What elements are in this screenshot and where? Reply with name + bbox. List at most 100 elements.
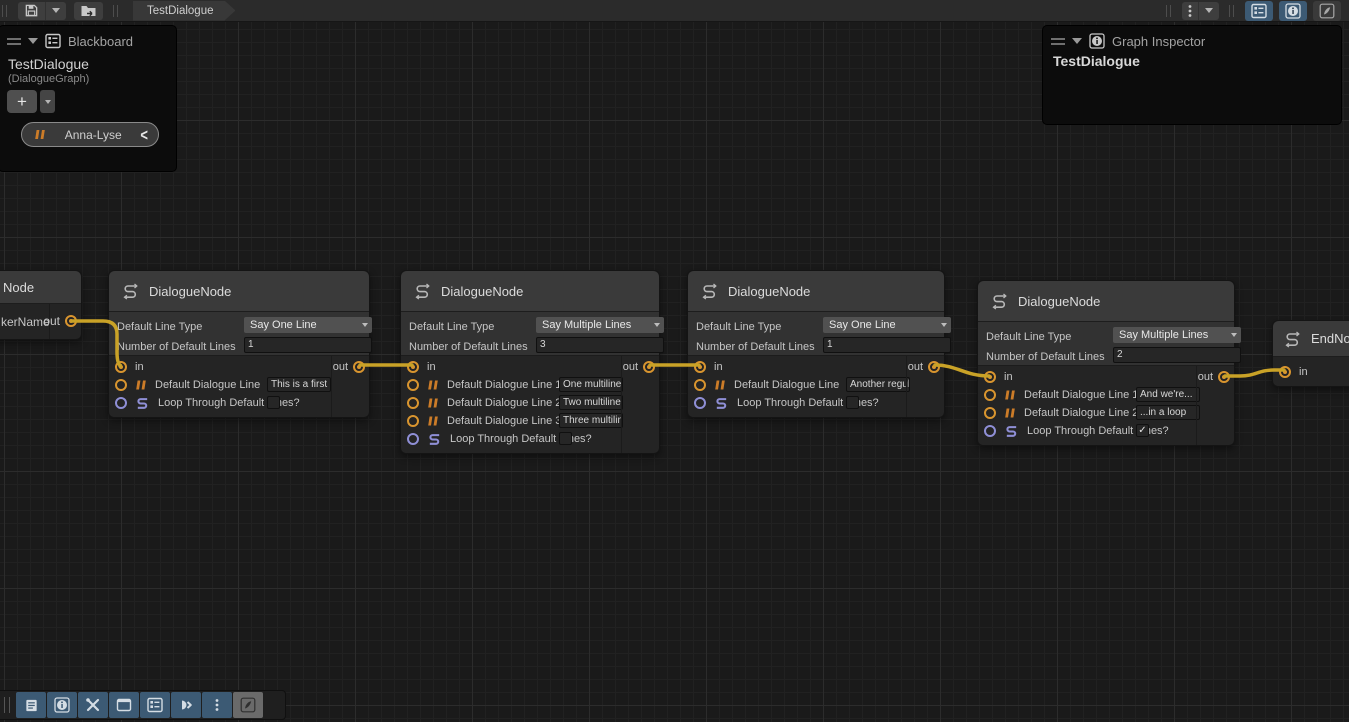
save-button[interactable] <box>18 2 45 20</box>
dialogue-line-port[interactable] <box>984 407 996 419</box>
end-node[interactable]: EndNode in <box>1272 320 1349 387</box>
in-port[interactable] <box>407 361 419 373</box>
node-title: EndNode <box>1311 331 1349 346</box>
loop-port[interactable] <box>115 397 127 409</box>
quote-icon <box>427 380 439 390</box>
collapse-arrow-icon[interactable] <box>28 38 38 44</box>
out-port[interactable] <box>928 361 940 373</box>
dialogue-line-field[interactable]: Three multiline <box>559 413 623 428</box>
dialogue-node-icon <box>700 282 719 300</box>
out-column: out <box>49 304 81 339</box>
in-port[interactable] <box>694 361 706 373</box>
in-port[interactable] <box>1279 366 1291 378</box>
quill-toggle-button[interactable] <box>233 692 263 718</box>
save-options-button[interactable] <box>45 2 66 20</box>
dialogue-line-field[interactable]: ...in a loop <box>1136 405 1200 420</box>
variable-pill[interactable]: Anna-Lyse < <box>21 122 159 147</box>
blackboard-toggle-button[interactable] <box>140 692 170 718</box>
dialogue-line-port[interactable] <box>984 389 996 401</box>
node-header[interactable]: Node <box>0 271 81 304</box>
out-port[interactable] <box>353 361 365 373</box>
loop-checkbox[interactable] <box>267 396 280 409</box>
kebab-icon <box>1188 4 1192 18</box>
open-asset-icon <box>80 3 97 18</box>
blackboard-toggle-button[interactable] <box>1245 1 1273 21</box>
line-type-dropdown[interactable]: Say Multiple Lines <box>1113 327 1241 343</box>
dialogue-line-port[interactable] <box>407 379 419 391</box>
loop-checkbox[interactable]: ✓ <box>1136 424 1149 437</box>
dialogue-node-4[interactable]: DialogueNode Default Line Type Say Multi… <box>977 280 1235 446</box>
dialogue-line-field[interactable]: And we're... <box>1136 387 1200 402</box>
blackboard-panel[interactable]: Blackboard TestDialogue (DialogueGraph) … <box>0 25 177 172</box>
out-port[interactable] <box>643 361 655 373</box>
collapse-arrow-icon[interactable] <box>1072 38 1082 44</box>
drag-handle-icon[interactable] <box>1051 38 1065 45</box>
tools-toggle-button[interactable] <box>78 692 108 718</box>
node-header[interactable]: EndNode <box>1273 321 1349 357</box>
loop-port[interactable] <box>984 425 996 437</box>
node-header[interactable]: DialogueNode <box>688 271 944 312</box>
out-port[interactable] <box>1218 371 1230 383</box>
loop-checkbox[interactable] <box>846 396 859 409</box>
window-toggle-button[interactable] <box>109 692 139 718</box>
dialogue-node-3[interactable]: DialogueNode Default Line Type Say One L… <box>687 270 945 418</box>
dialogue-line-field[interactable]: Two multiline <box>559 395 623 410</box>
num-lines-field[interactable]: 1 <box>244 337 372 353</box>
loop-port[interactable] <box>407 433 419 445</box>
dialogue-line-port[interactable] <box>694 379 706 391</box>
dialogue-line-port[interactable] <box>407 397 419 409</box>
loop-icon <box>427 432 442 446</box>
num-lines-field[interactable]: 2 <box>1113 347 1241 363</box>
out-column: out <box>906 356 944 417</box>
loop-checkbox[interactable] <box>559 432 572 445</box>
more-options-button[interactable] <box>202 692 232 718</box>
graph-tab[interactable]: TestDialogue <box>133 1 235 21</box>
node-header[interactable]: DialogueNode <box>109 271 369 312</box>
dialogue-node-2[interactable]: DialogueNode Default Line Type Say Multi… <box>400 270 660 454</box>
num-lines-field[interactable]: 3 <box>536 337 664 353</box>
options-menu-caret[interactable] <box>1198 2 1219 20</box>
info-toggle-button[interactable] <box>47 692 77 718</box>
line-type-dropdown[interactable]: Say Multiple Lines <box>536 317 664 333</box>
add-variable-dropdown[interactable] <box>40 90 55 113</box>
options-menu-button[interactable] <box>1182 2 1198 20</box>
line-type-dropdown[interactable]: Say One Line <box>244 317 372 333</box>
dialogue-line-port[interactable] <box>115 379 127 391</box>
quote-icon <box>1004 408 1016 418</box>
node-title: DialogueNode <box>728 284 810 299</box>
loop-port[interactable] <box>694 397 706 409</box>
node-title: DialogueNode <box>149 284 231 299</box>
window-icon <box>116 697 132 713</box>
open-asset-button[interactable] <box>74 2 103 20</box>
quill-toggle-button[interactable] <box>1313 1 1341 21</box>
chevron-left-icon[interactable]: < <box>140 125 148 145</box>
graph-inspector-panel[interactable]: Graph Inspector TestDialogue <box>1042 25 1342 125</box>
node-header[interactable]: DialogueNode <box>401 271 659 312</box>
in-port[interactable] <box>115 361 127 373</box>
kebab-icon <box>215 698 219 712</box>
dialogue-line-port[interactable] <box>407 415 419 427</box>
variable-name: Anna-Lyse <box>46 128 140 142</box>
out-column: out <box>1196 366 1234 445</box>
speaker-node[interactable]: Node kerName out <box>0 270 82 340</box>
panel-title: Blackboard <box>68 34 133 49</box>
toolbar-handle[interactable] <box>4 697 10 713</box>
dialogue-line-field[interactable]: This is a first <box>267 377 331 392</box>
node-header[interactable]: DialogueNode <box>978 281 1234 322</box>
inspector-toggle-button[interactable] <box>1279 1 1307 21</box>
num-lines-field[interactable]: 1 <box>823 337 951 353</box>
dialogue-node-1[interactable]: DialogueNode Default Line Type Say One L… <box>108 270 370 418</box>
in-port[interactable] <box>984 371 996 383</box>
info-icon <box>1285 3 1301 19</box>
document-toggle-button[interactable] <box>16 692 46 718</box>
in-label: in <box>135 361 144 373</box>
line-type-dropdown[interactable]: Say One Line <box>823 317 951 333</box>
drag-handle-icon[interactable] <box>7 38 21 45</box>
dialogue-line-field[interactable]: One multiline <box>559 377 623 392</box>
dialogue-line-field[interactable]: Another regular <box>846 377 910 392</box>
dialogue-line-label: Default Dialogue Line 1 <box>1024 389 1138 401</box>
out-port[interactable] <box>65 315 77 327</box>
loop-icon <box>714 396 729 410</box>
transition-toggle-button[interactable] <box>171 692 201 718</box>
add-variable-button[interactable]: + <box>7 90 37 113</box>
